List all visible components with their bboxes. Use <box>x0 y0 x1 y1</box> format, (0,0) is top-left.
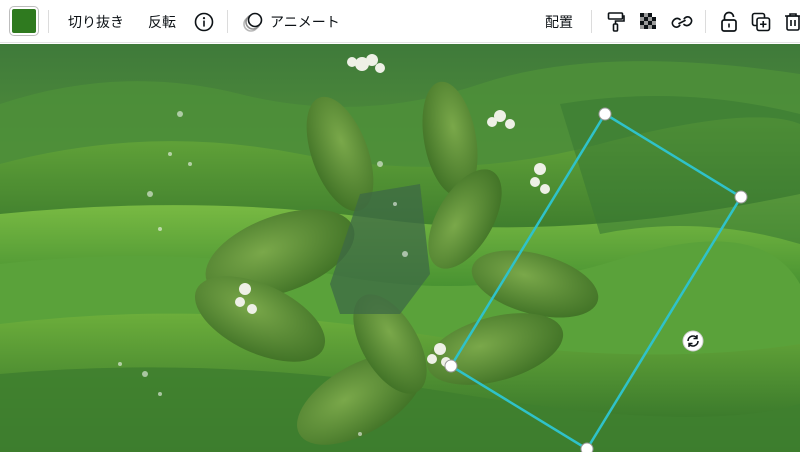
link-icon[interactable] <box>669 0 695 43</box>
duplicate-icon[interactable] <box>748 0 774 43</box>
resize-handle[interactable] <box>444 359 458 373</box>
toolbar-divider <box>705 10 706 33</box>
transparency-icon[interactable] <box>636 0 662 43</box>
design-canvas[interactable] <box>0 44 800 452</box>
animate-button[interactable]: アニメート <box>270 0 340 43</box>
position-button[interactable]: 配置 <box>545 0 573 43</box>
paint-roller-icon[interactable] <box>603 0 629 43</box>
info-icon[interactable] <box>191 0 217 43</box>
animate-icon[interactable] <box>240 0 266 43</box>
toolbar-divider <box>227 10 228 33</box>
contextual-toolbar: 切り抜き 反転 アニメート 配置 <box>0 0 800 43</box>
toolbar-divider <box>48 10 49 33</box>
flip-button[interactable]: 反転 <box>148 0 176 43</box>
color-swatch-button[interactable] <box>10 7 38 35</box>
rotate-icon[interactable] <box>682 330 704 352</box>
resize-handle[interactable] <box>734 190 748 204</box>
crop-button[interactable]: 切り抜き <box>68 0 124 43</box>
resize-handle[interactable] <box>580 442 594 452</box>
resize-handle[interactable] <box>598 107 612 121</box>
toolbar-divider <box>591 10 592 33</box>
trash-icon[interactable] <box>780 0 800 43</box>
lock-icon[interactable] <box>716 0 742 43</box>
